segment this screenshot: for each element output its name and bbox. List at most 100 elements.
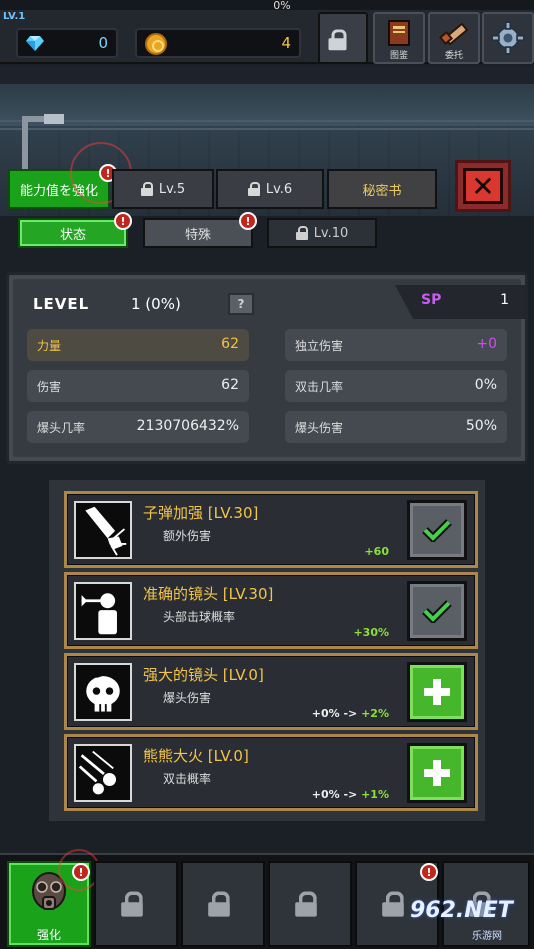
close-button[interactable]: ✕: [455, 160, 511, 212]
gem-icon: [26, 36, 44, 51]
checkmark-icon: [422, 519, 452, 542]
stat-row-strength: 力量 62: [27, 329, 249, 361]
lock-icon: [247, 182, 260, 196]
alert-badge-icon: !: [114, 212, 132, 230]
skill-bonus: +60: [364, 545, 389, 558]
nav-slot-label: 强化: [36, 928, 61, 942]
level-value: 1 (0%): [131, 295, 181, 313]
stat-row-independent-damage: 独立伤害 +0: [285, 329, 507, 361]
stat-label: 爆头伤害: [295, 421, 344, 435]
skill-bonus: +0% -> +2%: [311, 707, 389, 720]
stat-row-headshot-damage: 爆头伤害 50%: [285, 411, 507, 443]
book-icon: [388, 20, 410, 46]
skill-list: 子弹加强 [LV.30] 额外伤害 +60 准确的镜头 [LV.30] 头部击球…: [46, 477, 488, 824]
headshot-arrow-icon: [74, 582, 132, 640]
collection-button[interactable]: 图鉴: [373, 12, 425, 64]
skill-maxed-button[interactable]: [407, 581, 467, 641]
lock-icon: [382, 890, 405, 917]
subtab-special[interactable]: 特殊: [143, 218, 253, 248]
stat-label: 伤害: [37, 380, 62, 394]
skill-name: 熊熊大火 [LV.0]: [143, 747, 249, 765]
tab-lv5-label: Lv.5: [158, 181, 186, 197]
site-watermark: 962.NET: [410, 898, 513, 923]
settings-button[interactable]: [482, 12, 534, 64]
stat-row-headshot-rate: 爆头几率 2130706432%: [27, 411, 249, 443]
stat-label: 力量: [37, 339, 62, 353]
lock-icon: [295, 890, 318, 917]
skill-upgrade-button[interactable]: [407, 743, 467, 803]
skill-card-blazing-fire: 熊熊大火 [LV.0] 双击概率 +0% -> +1%: [64, 734, 478, 811]
skill-card-bullet: 子弹加强 [LV.30] 额外伤害 +60: [64, 491, 478, 568]
stat-label: 独立伤害: [295, 339, 344, 353]
stat-value: 2130706432%: [136, 418, 239, 434]
skill-upgrade-button[interactable]: [407, 662, 467, 722]
checkmark-icon: [422, 600, 452, 623]
skill-desc: 双击概率: [163, 772, 212, 786]
locked-menu-button[interactable]: [318, 12, 368, 64]
nav-slot-locked[interactable]: [94, 861, 178, 947]
skill-card-powerful-shot: 强大的镜头 [LV.0] 爆头伤害 +0% -> +2%: [64, 653, 478, 730]
stat-value: 62: [221, 377, 239, 393]
scroll-icon: [439, 22, 469, 46]
skull-icon: [74, 663, 132, 721]
skill-name: 子弹加强 [LV.30]: [143, 504, 259, 522]
collection-label: 图鉴: [389, 51, 408, 61]
street-lamp-head: [44, 114, 64, 124]
sp-label: SP: [421, 292, 442, 308]
subtab-status-label: 状态: [59, 227, 86, 243]
site-watermark-sub: 乐游网: [472, 931, 502, 942]
stat-label: 爆头几率: [37, 421, 86, 435]
scene-fence: [0, 120, 534, 130]
skill-desc: 额外伤害: [163, 529, 212, 543]
commission-button[interactable]: 委托: [428, 12, 480, 64]
skill-card-accurate-shot: 准确的镜头 [LV.30] 头部击球概率 +30%: [64, 572, 478, 649]
bullet-icon: [74, 501, 132, 559]
player-level: LV.1: [3, 11, 26, 22]
nav-slot-locked[interactable]: [181, 861, 265, 947]
subtab-special-label: 特殊: [184, 227, 211, 243]
gem-counter: 0: [16, 28, 118, 58]
alert-badge-icon: !: [420, 863, 438, 881]
stat-row-double-shot-rate: 双击几率 0%: [285, 370, 507, 402]
lock-icon: [295, 226, 308, 240]
coin-counter: 4: [135, 28, 301, 58]
skill-name: 准确的镜头 [LV.30]: [143, 585, 274, 603]
gear-icon: [491, 21, 525, 55]
stat-value: +0: [476, 336, 497, 352]
skill-maxed-button[interactable]: [407, 500, 467, 560]
skill-desc: 爆头伤害: [163, 691, 212, 705]
sp-value: 1: [500, 292, 509, 308]
skill-bonus: +30%: [353, 626, 389, 639]
tab-lv6-locked[interactable]: Lv.6: [216, 169, 324, 209]
plus-icon: [424, 679, 450, 705]
tab-lv5-locked[interactable]: Lv.5: [112, 169, 214, 209]
help-button[interactable]: ?: [228, 293, 254, 315]
alert-badge-icon: !: [239, 212, 257, 230]
lock-icon: [121, 890, 144, 917]
xp-bar: 0%: [0, 0, 534, 12]
gem-count: 0: [98, 34, 108, 52]
double-shot-icon: [74, 744, 132, 802]
coin-count: 4: [281, 34, 291, 52]
top-bar: 0% LV.1 0 4 图鉴 委托: [0, 0, 534, 64]
subtab-lv10-locked[interactable]: Lv.10: [267, 218, 377, 248]
subtab-status[interactable]: 状态: [18, 218, 128, 248]
tab-lv6-label: Lv.6: [265, 181, 293, 197]
plus-icon: [424, 760, 450, 786]
xp-percent: 0%: [273, 0, 291, 12]
commission-label: 委托: [444, 51, 463, 61]
nav-slot-locked[interactable]: [268, 861, 352, 947]
stat-value: 0%: [474, 377, 497, 393]
close-icon: ✕: [463, 168, 503, 204]
stat-label: 双击几率: [295, 380, 344, 394]
level-title: LEVEL: [33, 295, 90, 313]
lock-icon: [328, 23, 356, 52]
tab-secret-book[interactable]: 秘密书: [327, 169, 437, 209]
subtab-lv10-label: Lv.10: [313, 225, 349, 241]
lock-icon: [140, 182, 153, 196]
stat-row-damage: 伤害 62: [27, 370, 249, 402]
skill-desc: 头部击球概率: [163, 610, 236, 624]
stat-value: 50%: [465, 418, 497, 434]
stat-value: 62: [221, 336, 239, 352]
coin-icon: [145, 33, 167, 55]
